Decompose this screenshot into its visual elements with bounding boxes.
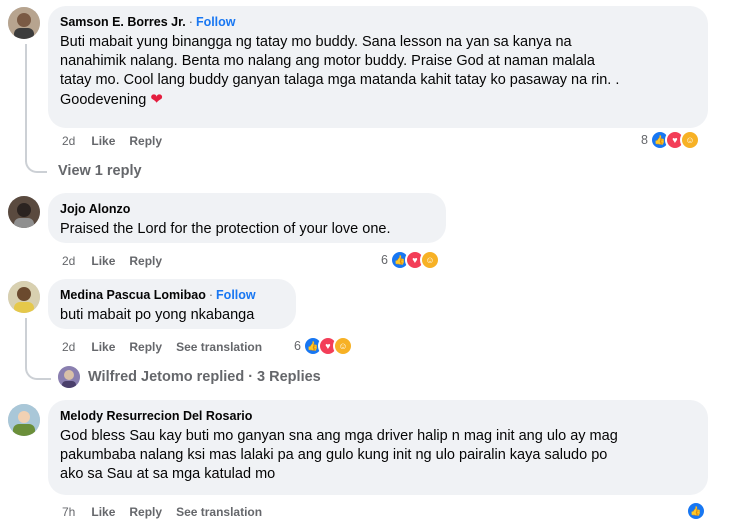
reaction-count: 6 xyxy=(381,253,388,267)
heart-emoji-icon: ❤ xyxy=(150,91,163,108)
comment-bubble: Melody Resurrecion Del Rosario God bless… xyxy=(48,400,708,495)
timestamp[interactable]: 7h xyxy=(62,505,75,519)
comment-actions: 2d Like Reply See translation xyxy=(62,339,276,355)
like-button[interactable]: Like xyxy=(91,505,115,519)
comment-text: Praised the Lord for the protection of y… xyxy=(60,220,434,239)
like-reaction-icon: 👍 xyxy=(686,501,706,521)
comment-actions: 7h Like Reply See translation xyxy=(62,504,276,520)
comment-text-line: Praised the Lord for the protection of y… xyxy=(60,221,391,237)
follow-button[interactable]: Follow xyxy=(216,288,256,302)
comment-text-line: God bless Sau kay buti mo ganyan sna ang… xyxy=(60,428,618,444)
see-translation-link[interactable]: See translation xyxy=(176,505,262,519)
comment-actions: 2d Like Reply xyxy=(62,133,176,149)
comment-bubble: Medina Pascua Lomibao · Follow buti mabait… xyxy=(48,279,296,329)
reply-button[interactable]: Reply xyxy=(129,340,162,354)
comment-text: God bless Sau kay buti mo ganyan sna ang… xyxy=(60,427,696,484)
avatar[interactable] xyxy=(8,196,40,228)
reply-button[interactable]: Reply xyxy=(129,134,162,148)
see-translation-link[interactable]: See translation xyxy=(176,340,262,354)
separator-dot: · xyxy=(188,15,193,29)
reaction-count: 6 xyxy=(294,339,301,353)
comment-text-line: buti mabait po yong nkabanga xyxy=(60,307,255,323)
comment-text-line: Buti mabait yung binangga ng tatay mo bu… xyxy=(60,34,572,50)
comment-author[interactable]: Jojo Alonzo xyxy=(60,202,130,216)
thread-line xyxy=(25,44,27,162)
comment-bubble: Jojo Alonzo Praised the Lord for the pro… xyxy=(48,193,446,243)
reply-button[interactable]: Reply xyxy=(129,505,162,519)
reaction-summary[interactable]: 8 👍 ♥ ☺ xyxy=(641,130,700,150)
comment-bubble: Samson E. Borres Jr. · Follow Buti mabait … xyxy=(48,6,708,128)
care-reaction-icon: ☺ xyxy=(419,250,440,270)
comment-text-line: nanahimik nalang. Benta mo nalang ang mo… xyxy=(60,53,595,69)
comment-author[interactable]: Samson E. Borres Jr. xyxy=(60,15,186,29)
comment-text-line: Goodevening xyxy=(60,92,147,108)
replied-summary-link[interactable]: Wilfred Jetomo replied · 3 Replies xyxy=(88,369,321,385)
reply-button[interactable]: Reply xyxy=(129,254,162,268)
care-reaction-icon: ☺ xyxy=(679,130,700,150)
comment-actions: 2d Like Reply xyxy=(62,253,176,269)
timestamp[interactable]: 2d xyxy=(62,254,75,268)
reaction-summary[interactable]: 6 👍 ♥ ☺ xyxy=(294,336,353,356)
comment-author[interactable]: Melody Resurrecion Del Rosario xyxy=(60,409,252,423)
thread-curve xyxy=(25,356,51,380)
avatar[interactable] xyxy=(8,281,40,313)
reply-avatar[interactable] xyxy=(58,366,80,388)
reaction-count: 8 xyxy=(641,133,648,147)
comment-text-line: tatay mo. Cool lang buddy ganyan talaga … xyxy=(60,72,620,88)
timestamp[interactable]: 2d xyxy=(62,340,75,354)
comment-author[interactable]: Medina Pascua Lomibao xyxy=(60,288,206,302)
comment-text-line: ako sa Sau at sa mga katulad mo xyxy=(60,466,276,482)
comment-text-line: pakumbaba nalang ksi mas lalaki pa ang g… xyxy=(60,447,608,463)
comment-text: buti mabait po yong nkabanga xyxy=(60,306,284,325)
care-reaction-icon: ☺ xyxy=(332,336,353,356)
avatar[interactable] xyxy=(8,404,40,436)
avatar[interactable] xyxy=(8,7,40,39)
like-button[interactable]: Like xyxy=(91,254,115,268)
follow-button[interactable]: Follow xyxy=(196,15,236,29)
timestamp[interactable]: 2d xyxy=(62,134,75,148)
like-button[interactable]: Like xyxy=(91,134,115,148)
comment-text: Buti mabait yung binangga ng tatay mo bu… xyxy=(60,33,696,110)
separator-dot: · xyxy=(208,288,214,302)
view-replies-link[interactable]: View 1 reply xyxy=(58,163,142,179)
thread-line xyxy=(25,318,27,358)
like-button[interactable]: Like xyxy=(91,340,115,354)
reaction-summary[interactable]: 6 👍 ♥ ☺ xyxy=(381,250,440,270)
reaction-summary[interactable]: 👍 xyxy=(684,501,706,521)
thread-curve xyxy=(25,150,47,173)
